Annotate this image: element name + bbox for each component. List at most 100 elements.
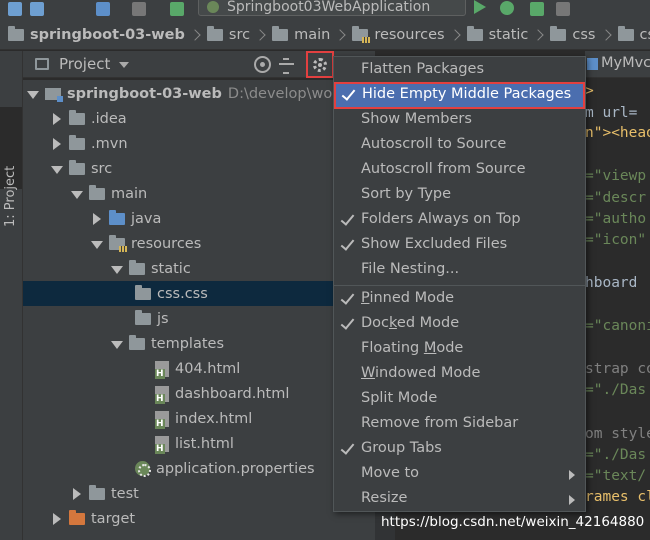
- debug-icon[interactable]: [500, 1, 514, 15]
- expand-arrow-icon[interactable]: [49, 162, 63, 176]
- breadcrumb-item[interactable]: resources: [352, 25, 466, 43]
- gear-icon: [313, 58, 327, 72]
- breadcrumb-item[interactable]: main: [272, 25, 352, 43]
- chevron-down-icon[interactable]: [119, 62, 129, 68]
- spring-boot-icon: [207, 1, 219, 13]
- mnemonic-char: W: [361, 365, 376, 381]
- chevron-right-icon: [448, 28, 461, 41]
- project-view-selector[interactable]: Project: [59, 55, 110, 73]
- module-folder-icon: [8, 25, 24, 41]
- navigate-back-icon[interactable]: [96, 2, 110, 16]
- code-line: ="autho: [585, 211, 647, 227]
- menu-item-show-members[interactable]: Show Members: [334, 108, 585, 133]
- run-configuration-selector[interactable]: Springboot03WebApplication: [198, 0, 466, 16]
- menu-item-group-tabs[interactable]: Group Tabs: [334, 437, 585, 462]
- breadcrumb-item[interactable]: springboot-03-web: [8, 25, 207, 43]
- run-configuration-label: Springboot03WebApplication: [227, 0, 431, 15]
- chevron-right-icon: [599, 28, 612, 41]
- folder-icon: [69, 109, 85, 125]
- menu-item-autoscroll-from-source[interactable]: Autoscroll from Source: [334, 158, 585, 183]
- tree-item-selected[interactable]: css.css: [23, 281, 375, 306]
- tree-item[interactable]: test: [23, 481, 375, 506]
- settings-button[interactable]: [306, 51, 334, 78]
- expand-arrow-icon[interactable]: [69, 187, 83, 201]
- code-line: n"><head: [585, 125, 650, 141]
- menu-item-split-mode[interactable]: Split Mode: [334, 387, 585, 412]
- tree-item[interactable]: js: [23, 306, 375, 331]
- tree-item[interactable]: java: [23, 206, 375, 231]
- expand-arrow-icon[interactable]: [89, 237, 103, 251]
- tree-item[interactable]: dashboard.html: [23, 381, 375, 406]
- tree-item[interactable]: springboot-03-web D:\develop\work: [23, 81, 375, 106]
- menu-item-windowed-mode[interactable]: Windowed Mode: [334, 362, 585, 387]
- project-tool-window-tab[interactable]: 1: Project: [0, 107, 22, 227]
- code-line: m url=: [585, 105, 638, 121]
- menu-item-floating-mode[interactable]: Floating Mode: [334, 337, 585, 362]
- menu-item-autoscroll-to-source[interactable]: Autoscroll to Source: [334, 133, 585, 158]
- coverage-icon[interactable]: [530, 2, 544, 16]
- tree-item[interactable]: .idea: [23, 106, 375, 131]
- folder-icon: [69, 134, 85, 150]
- folder-icon: [550, 25, 567, 41]
- menu-item-show-excluded-files[interactable]: Show Excluded Files: [334, 233, 585, 258]
- menu-item-remove-from-sidebar[interactable]: Remove from Sidebar: [334, 412, 585, 437]
- checkmark-icon: [340, 439, 356, 459]
- collapse-arrow-icon[interactable]: [49, 112, 63, 126]
- stop-icon[interactable]: [556, 2, 570, 16]
- run-icon[interactable]: [474, 0, 486, 14]
- menu-item-move-to[interactable]: Move to: [334, 462, 585, 487]
- menu-item-sort-by-type[interactable]: Sort by Type: [334, 183, 585, 208]
- collapse-arrow-icon[interactable]: [49, 512, 63, 526]
- tree-item[interactable]: list.html: [23, 431, 375, 456]
- breadcrumb-item[interactable]: css: [617, 25, 650, 43]
- breadcrumb-item[interactable]: static: [466, 25, 551, 43]
- module-folder-icon: [45, 87, 63, 102]
- html-file-icon: [155, 385, 169, 404]
- mnemonic-char: M: [423, 340, 437, 356]
- menu-item-file-nesting[interactable]: File Nesting...: [334, 258, 585, 283]
- expand-arrow-icon[interactable]: [25, 87, 39, 101]
- chevron-right-icon: [254, 28, 266, 41]
- folder-icon: [617, 25, 634, 41]
- forward-icon[interactable]: [30, 2, 44, 16]
- tree-item[interactable]: main: [23, 181, 375, 206]
- tree-item[interactable]: static: [23, 256, 375, 281]
- expand-arrow-icon[interactable]: [109, 262, 123, 276]
- code-line: rames cl: [585, 489, 650, 505]
- expand-arrow-icon[interactable]: [109, 337, 123, 351]
- collapse-arrow-icon[interactable]: [89, 212, 103, 226]
- breadcrumb-item[interactable]: css: [550, 25, 617, 43]
- checkmark-icon: [340, 235, 356, 255]
- menu-item-docked-mode[interactable]: Docked Mode: [334, 312, 585, 337]
- menu-item-folders-always-on-top[interactable]: Folders Always on Top: [334, 208, 585, 233]
- tree-item[interactable]: templates: [23, 331, 375, 356]
- locate-file-icon[interactable]: [254, 56, 271, 73]
- collapse-all-icon[interactable]: [278, 56, 295, 74]
- folder-icon: [69, 159, 85, 175]
- collapse-arrow-icon[interactable]: [69, 487, 83, 501]
- editor-tab-mymvc[interactable]: MyMvc: [585, 51, 650, 78]
- tree-item[interactable]: index.html: [23, 406, 375, 431]
- tree-item[interactable]: application.properties: [23, 456, 375, 481]
- back-icon[interactable]: [8, 2, 22, 16]
- source-folder-icon: [109, 209, 125, 225]
- collapse-arrow-icon[interactable]: [49, 137, 63, 151]
- tree-item[interactable]: 404.html: [23, 356, 375, 381]
- tree-item[interactable]: .mvn: [23, 131, 375, 156]
- menu-item-flatten-packages[interactable]: Flatten Packages: [334, 58, 585, 83]
- folder-icon: [135, 284, 151, 300]
- tree-item[interactable]: src: [23, 156, 375, 181]
- project-tree: springboot-03-web D:\develop\work .idea …: [23, 80, 375, 540]
- menu-item-pinned-mode[interactable]: Pinned Mode: [334, 287, 585, 312]
- folder-icon: [129, 334, 145, 350]
- breadcrumb-item[interactable]: src: [206, 25, 272, 43]
- code-line: >: [585, 83, 594, 99]
- tree-item[interactable]: target: [23, 506, 375, 531]
- folder-icon: [135, 309, 151, 325]
- build-icon[interactable]: [170, 2, 184, 16]
- menu-item-resize[interactable]: Resize: [334, 487, 585, 512]
- navigate-forward-icon[interactable]: [132, 2, 146, 16]
- menu-item-hide-empty-middle-packages[interactable]: Hide Empty Middle Packages: [334, 82, 585, 109]
- tree-item[interactable]: resources: [23, 231, 375, 256]
- folder-icon: [466, 25, 483, 41]
